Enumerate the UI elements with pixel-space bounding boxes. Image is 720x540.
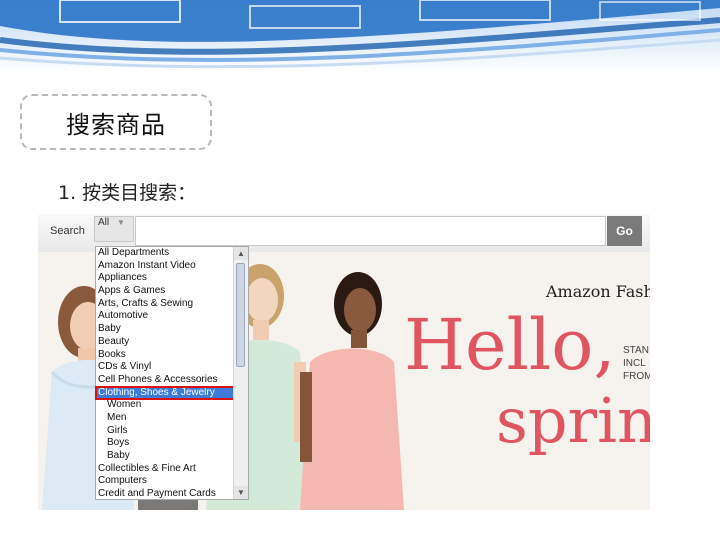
dropdown-option[interactable]: Cell Phones & Accessories: [96, 374, 234, 387]
dropdown-option[interactable]: Automotive: [96, 310, 234, 323]
dropdown-option[interactable]: Computers: [96, 475, 234, 488]
hero-headline-line-1: Hello,: [404, 304, 616, 386]
dropdown-option[interactable]: Amazon Instant Video: [96, 260, 234, 273]
slide-title-box: 搜索商品: [20, 94, 212, 150]
dropdown-option[interactable]: Boys: [96, 437, 234, 450]
category-select-value: All: [98, 217, 110, 228]
dropdown-option[interactable]: Baby: [96, 450, 234, 463]
dropdown-option[interactable]: Apps & Games: [96, 285, 234, 298]
hero-headline-line-2: sprin: [496, 384, 650, 457]
category-select[interactable]: All ▼: [94, 216, 134, 242]
dropdown-option[interactable]: Collectibles & Fine Art: [96, 463, 234, 476]
step-heading: 1. 按类目搜索：: [58, 182, 197, 204]
category-dropdown-list[interactable]: All Departments Amazon Instant Video Appli…: [95, 246, 249, 500]
search-label: Search: [50, 225, 85, 237]
dropdown-option[interactable]: Books: [96, 349, 234, 362]
slide-title: 搜索商品: [66, 110, 166, 139]
scroll-down-icon[interactable]: ▼: [234, 486, 248, 499]
chevron-down-icon: ▼: [117, 218, 125, 227]
dropdown-option[interactable]: Girls: [96, 425, 234, 438]
go-button[interactable]: Go: [607, 216, 642, 246]
dropdown-option[interactable]: Women: [96, 399, 234, 412]
dropdown-option[interactable]: CDs & Vinyl: [96, 361, 234, 374]
scroll-up-icon[interactable]: ▲: [234, 247, 248, 260]
search-input[interactable]: [135, 216, 606, 246]
dropdown-option[interactable]: Men: [96, 412, 234, 425]
amazon-screenshot: Search All ▼ Go Amazon Fash Hello, sprin…: [38, 214, 650, 510]
dropdown-option[interactable]: Beauty: [96, 336, 234, 349]
dropdown-scrollbar[interactable]: ▲ ▼: [233, 247, 248, 499]
hero-side-text-2: INCL: [623, 358, 646, 369]
hero-side-text-1: STAN: [623, 345, 649, 356]
dropdown-option[interactable]: Arts, Crafts & Sewing: [96, 298, 234, 311]
dropdown-option[interactable]: Baby: [96, 323, 234, 336]
brand-heading: Amazon Fash: [546, 282, 650, 301]
dropdown-option[interactable]: Appliances: [96, 272, 234, 285]
dropdown-option[interactable]: All Departments: [96, 247, 234, 260]
dropdown-option[interactable]: Credit and Payment Cards: [96, 488, 234, 501]
dropdown-options: All Departments Amazon Instant Video Appli…: [95, 247, 235, 501]
header-banner: [0, 0, 720, 72]
dropdown-option-selected[interactable]: Clothing, Shoes & Jewelry: [95, 385, 235, 401]
scroll-thumb[interactable]: [236, 263, 245, 367]
hero-side-text-3: FROM: [623, 371, 650, 382]
